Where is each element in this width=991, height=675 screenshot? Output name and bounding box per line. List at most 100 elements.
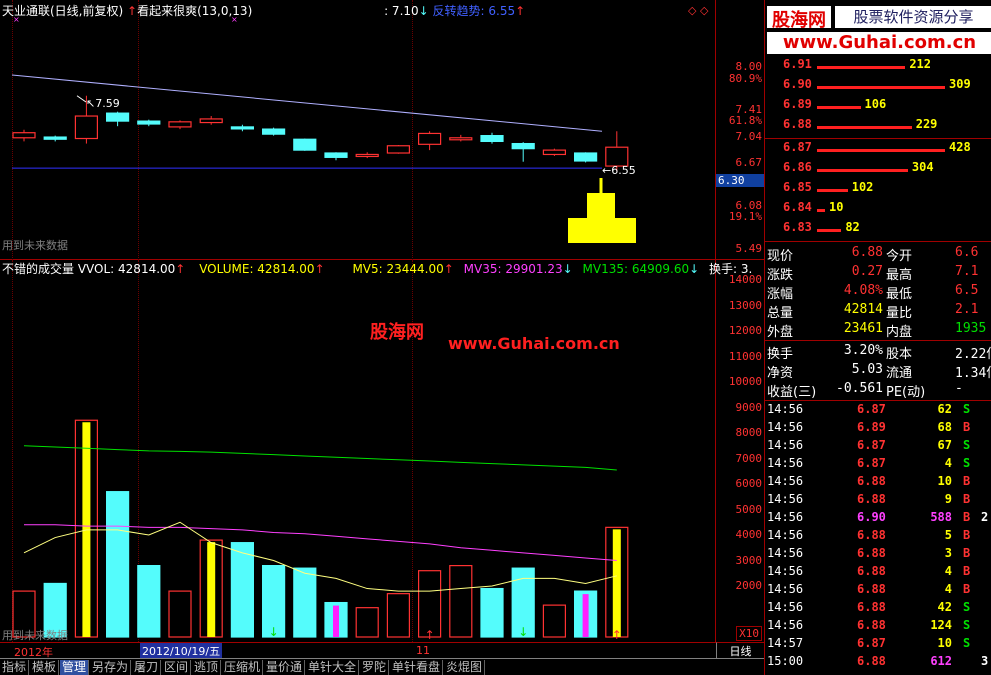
tab-12[interactable]: 炎焜图 xyxy=(444,660,486,675)
order-level[interactable]: 6.90 309 xyxy=(765,77,991,97)
quote-field: 量比 xyxy=(886,306,913,321)
down-signal-icon: ↓ xyxy=(269,625,279,639)
axis-tick: 11000 xyxy=(728,349,762,363)
axis-tick: 19.1% xyxy=(728,210,762,223)
tick-row[interactable]: 14:56 6.88 124 S xyxy=(765,618,991,636)
tick-row[interactable]: 14:56 6.88 10 B xyxy=(765,474,991,492)
tick-cell: 588 xyxy=(930,510,952,524)
quote-field: 涨跌 xyxy=(767,268,794,283)
quote-row: 涨跌 0.27 最高 7.1 xyxy=(765,264,991,283)
volume-bar xyxy=(293,567,317,638)
tick-cell: B xyxy=(963,582,971,596)
volume-bar-chart[interactable]: ↓ ↓ ↑ ↑ xyxy=(0,260,716,642)
level-volume: 106 xyxy=(864,97,887,111)
tick-row[interactable]: 14:56 6.88 5 B xyxy=(765,528,991,546)
tick-row[interactable]: 14:56 6.87 67 S xyxy=(765,438,991,456)
tick-cell: 10 xyxy=(937,474,952,488)
quote-field: 内盘 xyxy=(886,325,913,340)
tick-cell: 14:56 xyxy=(767,438,804,452)
volume-highlight xyxy=(207,542,216,637)
level-volume-bar xyxy=(817,189,848,192)
tab-11[interactable]: 单针看盘 xyxy=(390,660,444,675)
order-level[interactable]: 6.87 428 xyxy=(765,140,991,160)
order-level[interactable]: 6.86 304 xyxy=(765,160,991,180)
order-level[interactable]: 6.85 102 xyxy=(765,180,991,200)
tick-cell: S xyxy=(963,600,971,614)
volume-bar xyxy=(449,565,473,638)
tick-row[interactable]: 14:56 6.90 588 B 2 xyxy=(765,510,991,528)
candle xyxy=(74,115,99,140)
tab-7[interactable]: 压缩机 xyxy=(222,660,264,675)
tick-row[interactable]: 14:56 6.88 42 S xyxy=(765,600,991,618)
tick-row[interactable]: 14:56 6.87 62 S xyxy=(765,402,991,420)
candle xyxy=(480,135,504,143)
tab-4[interactable]: 屠刀 xyxy=(132,660,162,675)
tab-1[interactable]: 模板 xyxy=(30,660,60,675)
tick-row[interactable]: 14:56 6.88 3 B xyxy=(765,546,991,564)
tick-cell: B xyxy=(963,420,971,434)
order-level[interactable]: 6.91 212 xyxy=(765,57,991,77)
current-price-marker: 6.30 xyxy=(716,174,764,187)
tick-cell: 14:56 xyxy=(767,510,804,524)
tick-row[interactable]: 14:56 6.88 4 B xyxy=(765,564,991,582)
diamond-icon[interactable]: ◇ xyxy=(688,4,697,17)
quote-field: 5.03 xyxy=(851,362,883,377)
volume-bar xyxy=(355,607,379,638)
quote-field: 外盘 xyxy=(767,325,794,340)
axis-tick: 10000 xyxy=(728,375,762,388)
tick-cell: 4 xyxy=(944,582,952,596)
tick-cell: B xyxy=(963,546,971,560)
tick-row[interactable]: 14:56 6.89 68 B xyxy=(765,420,991,438)
logo-url: www.Guhai.com.cn xyxy=(767,32,991,54)
candle xyxy=(43,136,67,140)
tick-cell: 6.88 xyxy=(857,654,886,668)
tick-cell: 14:57 xyxy=(767,636,804,650)
tab-6[interactable]: 逃顶 xyxy=(192,660,222,675)
cross-mark: × xyxy=(13,15,20,24)
price-chart-panel[interactable]: 天业通联(日线,前复权) ↑看起来很爽(13,0,13) : 7.10↓ 反转趋… xyxy=(0,0,716,260)
tick-row[interactable]: 14:57 6.87 10 S xyxy=(765,636,991,654)
date-axis: 2012年 2012/10/19/五 11 xyxy=(0,642,716,659)
axis-tick: 8000 xyxy=(735,426,763,439)
tab-10[interactable]: 罗陀 xyxy=(360,660,390,675)
up-signal-icon: ↑ xyxy=(425,628,435,642)
down-signal-icon: ↓ xyxy=(518,625,528,639)
tick-row[interactable]: 14:56 6.88 4 B xyxy=(765,582,991,600)
indicator-tab-bar: 指标 模板 管理 另存为 屠刀 区间 逃顶 压缩机 量价通 单针大全 罗陀 单针看盘 炎焜图 xyxy=(0,658,764,675)
order-level[interactable]: 6.88 229 xyxy=(765,117,991,137)
tick-cell: B xyxy=(963,564,971,578)
volume-bar xyxy=(386,593,410,638)
diamond-icon[interactable]: ◇ xyxy=(700,4,709,17)
candle xyxy=(137,120,161,125)
tick-cell: 14:56 xyxy=(767,456,804,470)
tick-row[interactable]: 15:00 6.88 612 3 xyxy=(765,654,991,672)
axis-tick: 6000 xyxy=(735,477,763,490)
tick-row[interactable]: 14:56 6.88 9 B xyxy=(765,492,991,510)
volume-inner-bar xyxy=(333,605,339,637)
tab-8[interactable]: 量价通 xyxy=(264,660,306,675)
tab-2[interactable]: 管理 xyxy=(60,660,90,675)
axis-tick: 2000 xyxy=(735,579,763,592)
level-volume: 82 xyxy=(845,220,860,234)
level-volume-bar xyxy=(817,86,945,89)
period-selector[interactable]: 日线 xyxy=(716,642,764,658)
cross-mark: × xyxy=(231,15,238,24)
candle xyxy=(105,112,130,122)
quote-field: 2.22亿 xyxy=(955,347,991,362)
order-level[interactable]: 6.89 106 xyxy=(765,97,991,117)
quote-field: - xyxy=(955,381,963,396)
tab-0[interactable]: 指标 xyxy=(0,660,30,675)
order-level[interactable]: 6.83 82 xyxy=(765,220,991,240)
tab-9[interactable]: 单针大全 xyxy=(306,660,360,675)
tick-cell: 6.87 xyxy=(857,636,886,650)
tick-row[interactable]: 14:56 6.87 4 S xyxy=(765,456,991,474)
candlestick-chart[interactable]: ↖7.59 ←6.55 × × ◇ ◇ xyxy=(0,0,716,260)
level-volume: 304 xyxy=(911,160,934,174)
volume-bar xyxy=(168,590,192,638)
level-volume: 10 xyxy=(829,200,844,214)
tick-cell: 3 xyxy=(944,546,952,560)
tab-5[interactable]: 区间 xyxy=(162,660,192,675)
tab-3[interactable]: 另存为 xyxy=(90,660,132,675)
volume-chart-panel[interactable]: 不错的成交量 VVOL: 42814.00↑ VOLUME: 42814.00↑… xyxy=(0,260,752,642)
order-level[interactable]: 6.84 10 xyxy=(765,200,991,220)
